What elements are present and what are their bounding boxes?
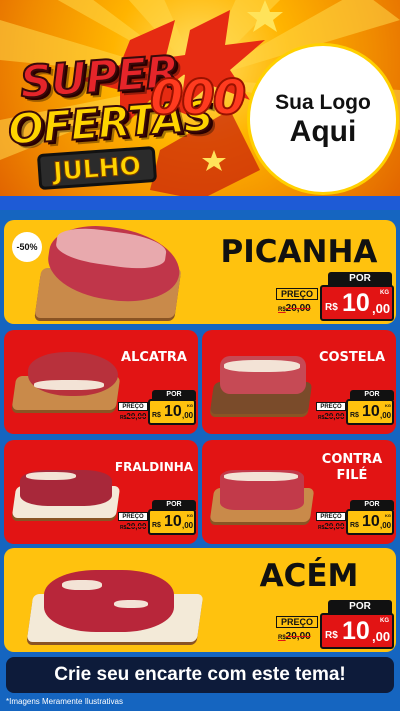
product-card-fraldinha[interactable]: FRALDINHA POR PREÇO R$20,00 R$ 10 ,00 KG [4,440,198,544]
price-tag: POR PREÇO R$20,00 R$ 10 ,00 KG [314,390,394,430]
price-integer: 10 [362,513,380,530]
product-card-costela[interactable]: COSTELA POR PREÇO R$20,00 R$ 10 ,00 KG [202,330,396,434]
discount-badge: -50% [12,232,42,262]
costela-image [220,356,306,394]
month-label: JULHO [52,150,143,186]
old-price: R$20,00 [318,412,345,421]
product-card-acem[interactable]: ACÉM POR PREÇO R$20,00 R$ 10 ,00 KG [4,548,396,652]
price-box: R$ 10 ,00 KG [346,509,394,535]
product-card-contra-file[interactable]: CONTRA FILÉ POR PREÇO R$20,00 R$ 10 ,00 … [202,440,396,544]
por-label: POR [328,272,392,286]
currency-label: R$ [350,522,359,529]
price-box: R$ 10 ,00 KG [346,399,394,425]
price-decimal: ,00 [380,411,392,420]
acem-image [44,570,174,632]
old-price: R$20,00 [120,412,147,421]
product-name: FRALDINHA [114,460,194,474]
header-banner: SUPER OFERTAS JULHO 000 Sua Logo Aqui [0,0,400,210]
currency-label: R$ [325,302,338,313]
currency-label: R$ [350,412,359,419]
price-integer: 10 [342,289,370,317]
product-name: COSTELA [318,350,386,365]
product-name-line2: FILÉ [336,468,368,484]
preco-label: PREÇO [316,512,346,521]
product-card-picanha[interactable]: -50% PICANHA POR PREÇO R$20,00 R$ 10 ,00… [4,220,396,324]
price-tag: POR PREÇO R$20,00 R$ 10 ,00 KG [276,600,394,650]
old-price: R$20,00 [318,522,345,531]
brand-logo-placeholder[interactable]: Sua Logo Aqui [250,46,396,192]
price-decimal: ,00 [372,629,391,644]
create-flyer-button[interactable]: Crie seu encarte com este tema! [6,657,394,693]
price-decimal: ,00 [182,411,194,420]
price-box: R$ 10 ,00 KG [320,285,394,321]
currency-label: R$ [325,630,338,641]
price-box: R$ 10 ,00 KG [320,613,394,649]
currency-label: R$ [152,522,161,529]
header-divider [0,196,400,210]
old-price: R$20,00 [278,631,311,642]
alcatra-image [28,352,118,396]
old-price: R$20,00 [278,303,311,314]
por-label: POR [328,600,392,614]
price-box: R$ 10 ,00 KG [148,399,196,425]
unit-label: KG [380,618,389,624]
price-box: R$ 10 ,00 KG [148,509,196,535]
product-name: CONTRA FILÉ [312,452,392,485]
price-integer: 10 [164,513,182,530]
price-decimal: ,00 [380,521,392,530]
price-integer: 10 [342,617,370,645]
price-decimal: ,00 [182,521,194,530]
fraldinha-image [20,470,112,506]
unit-label: KG [380,290,389,296]
unit-label: KG [385,403,391,408]
preco-label: PREÇO [316,402,346,411]
unit-label: KG [187,403,193,408]
brand-line-2: Aqui [289,114,357,148]
old-price: R$20,00 [120,522,147,531]
product-name-line1: CONTRA [321,452,383,467]
cta-label: Crie seu encarte com este tema! [54,664,346,685]
zeros-graphic: 000 [149,69,247,127]
product-card-alcatra[interactable]: ALCATRA POR PREÇO R$20,00 R$ 10 ,00 KG [4,330,198,434]
price-integer: 10 [362,403,380,420]
product-name: ALCATRA [121,350,187,365]
month-badge: JULHO [36,145,158,191]
preco-label: PREÇO [276,288,318,300]
preco-label: PREÇO [118,512,148,521]
brand-line-1: Sua Logo [275,90,371,114]
product-name: ACÉM [259,558,359,594]
price-tag: POR PREÇO R$20,00 R$ 10 ,00 KG [314,500,394,540]
currency-label: R$ [152,412,161,419]
image-disclaimer: *Imagens Meramente Ilustrativas [6,697,123,706]
contra-file-image [220,470,304,510]
preco-label: PREÇO [276,616,318,628]
preco-label: PREÇO [118,402,148,411]
unit-label: KG [187,513,193,518]
price-decimal: ,00 [372,301,391,316]
price-tag: POR PREÇO R$20,00 R$ 10 ,00 KG [116,500,196,540]
price-tag: POR PREÇO R$20,00 R$ 10 ,00 KG [276,272,394,322]
price-tag: POR PREÇO R$20,00 R$ 10 ,00 KG [116,390,196,430]
price-integer: 10 [164,403,182,420]
unit-label: KG [385,513,391,518]
product-name: PICANHA [220,234,378,270]
